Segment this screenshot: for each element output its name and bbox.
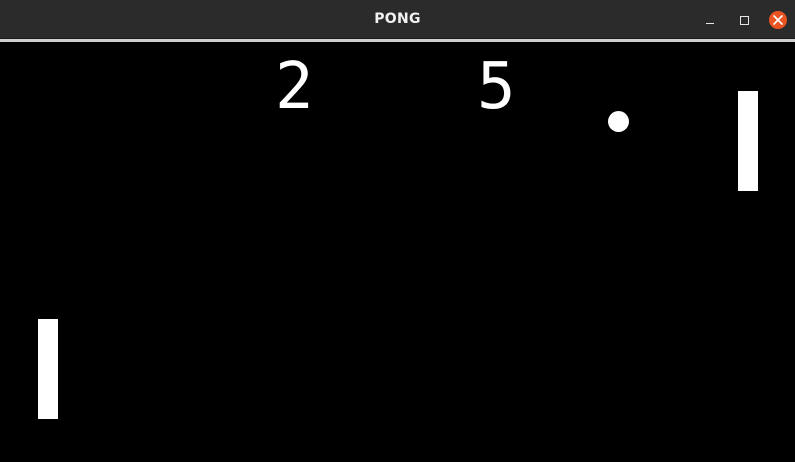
maximize-icon <box>739 15 749 25</box>
pong-window: PONG 2 5 <box>0 0 795 462</box>
game-canvas[interactable]: 2 5 <box>0 42 795 462</box>
minimize-button[interactable] <box>700 10 720 30</box>
title-bar[interactable]: PONG <box>0 0 795 39</box>
close-button[interactable] <box>768 10 788 30</box>
right-paddle <box>738 91 758 191</box>
ball <box>608 111 629 132</box>
right-player-score: 5 <box>477 50 516 124</box>
minimize-icon <box>706 22 714 24</box>
left-player-score: 2 <box>275 50 314 124</box>
left-paddle <box>38 319 58 419</box>
close-icon <box>769 11 787 29</box>
maximize-button[interactable] <box>734 10 754 30</box>
window-title: PONG <box>374 11 421 27</box>
